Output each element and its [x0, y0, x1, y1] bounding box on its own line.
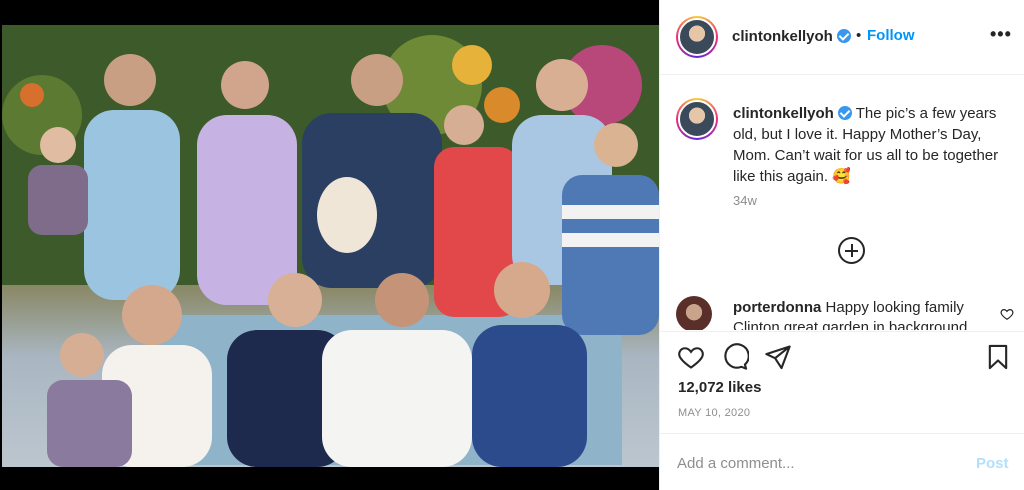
post-actions-section: 12,072 likes MAY 10, 2020 Post: [660, 331, 1024, 490]
family-photo-illustration: [2, 25, 659, 467]
follow-button[interactable]: Follow: [867, 27, 915, 44]
author-avatar[interactable]: [676, 16, 718, 58]
verified-badge-icon: [837, 106, 852, 120]
comment-input[interactable]: [677, 451, 957, 475]
comment-bubble-icon[interactable]: [721, 343, 749, 371]
post-comment-button[interactable]: Post: [976, 455, 1009, 472]
verified-badge-icon: [836, 29, 851, 43]
post-media-pane: [0, 0, 659, 490]
post-header: clintonkellyoh • Follow •••: [660, 0, 1024, 75]
author-username[interactable]: clintonkellyoh: [732, 28, 851, 45]
post-sidebar: clintonkellyoh • Follow ••• clintonkelly…: [659, 0, 1024, 490]
post-caption: clintonkellyoh The pic’s a few years old…: [733, 103, 1015, 187]
paper-plane-icon[interactable]: [764, 343, 792, 371]
bookmark-icon[interactable]: [984, 343, 1012, 371]
comment-body: porterdonna Happy looking family Clinton…: [733, 298, 995, 330]
header-separator: •: [856, 27, 862, 44]
instagram-post-view: clintonkellyoh • Follow ••• clintonkelly…: [0, 0, 1024, 490]
add-comment-bar: Post: [660, 433, 1024, 490]
caption-username-text[interactable]: clintonkellyoh: [733, 105, 834, 122]
commenter-username[interactable]: porterdonna: [733, 299, 821, 316]
comment-like-heart-icon[interactable]: [1000, 307, 1014, 321]
caption-author-avatar[interactable]: [676, 98, 718, 140]
post-time-ago[interactable]: 34w: [733, 193, 757, 208]
caption-username[interactable]: clintonkellyoh: [733, 105, 852, 122]
likes-count[interactable]: 12,072 likes: [678, 379, 761, 396]
post-date[interactable]: MAY 10, 2020: [678, 407, 750, 419]
more-options-icon[interactable]: •••: [990, 24, 1012, 45]
author-username-text[interactable]: clintonkellyoh: [732, 28, 833, 45]
comment-item: porterdonna Happy looking family Clinton…: [660, 290, 1024, 330]
commenter-avatar[interactable]: [676, 296, 712, 330]
heart-icon[interactable]: [677, 343, 705, 371]
caption-section: clintonkellyoh The pic’s a few years old…: [660, 76, 1024, 326]
plus-circle-icon[interactable]: [838, 237, 865, 264]
post-photo[interactable]: [2, 25, 659, 467]
